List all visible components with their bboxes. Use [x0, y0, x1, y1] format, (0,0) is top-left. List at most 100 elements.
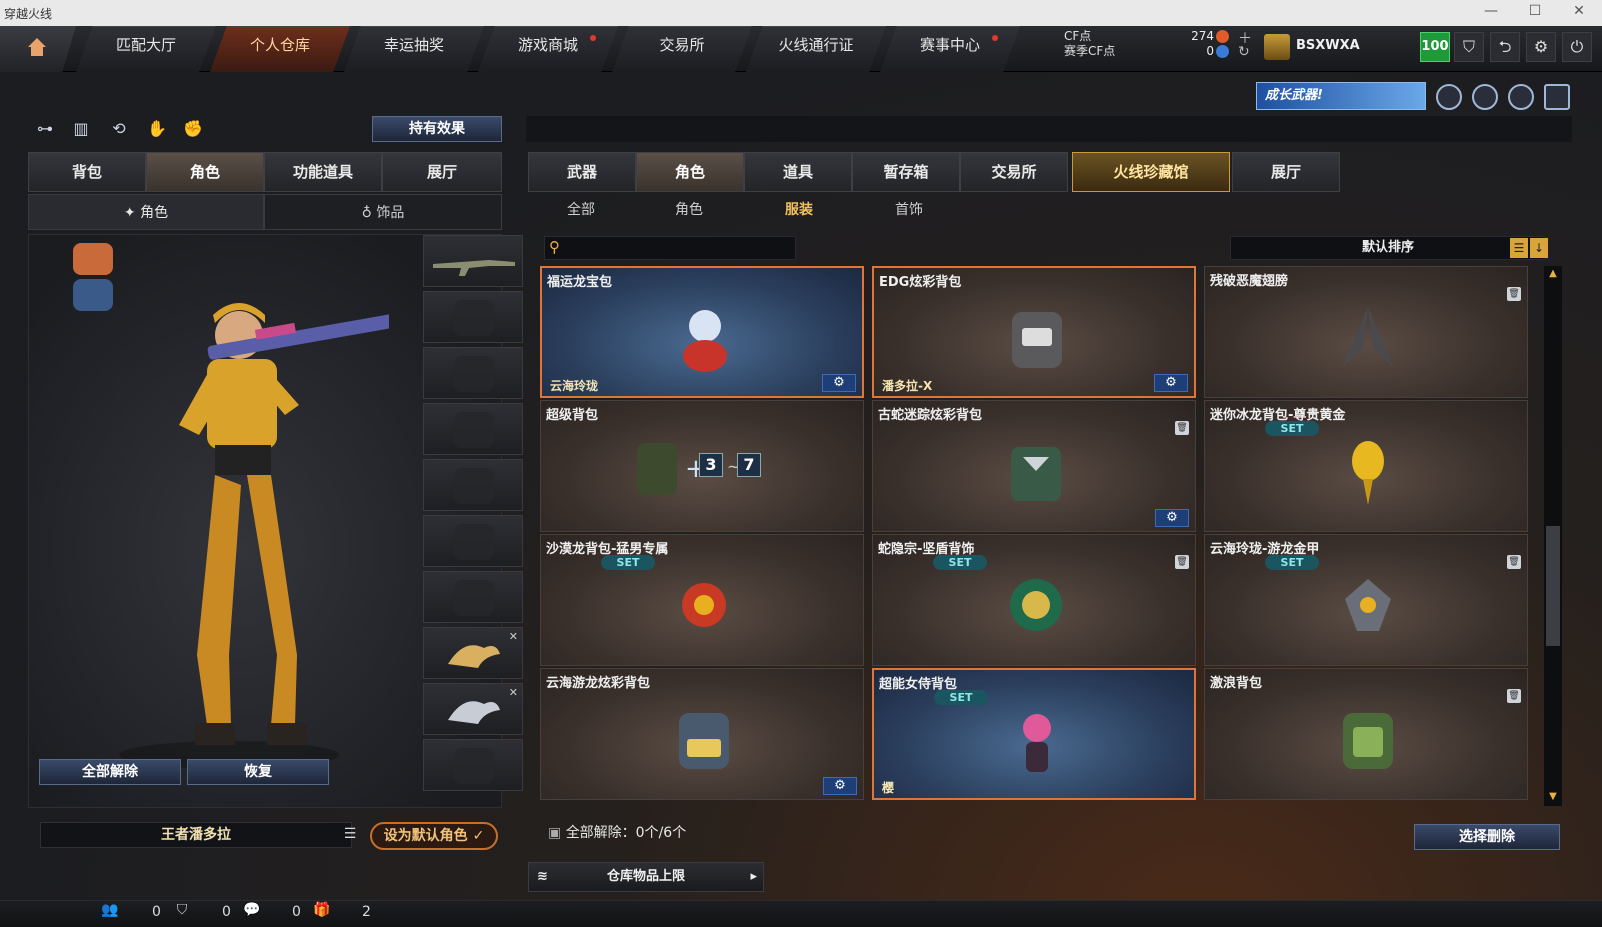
sort-down-icon[interactable]: ↓: [1530, 238, 1548, 258]
remove-icon[interactable]: ✕: [509, 686, 518, 699]
effects-button[interactable]: 持有效果: [372, 116, 502, 142]
slot-accessory-1[interactable]: ✕: [423, 627, 523, 679]
home-button[interactable]: [0, 26, 76, 72]
gift-icon[interactable]: 🎁: [312, 902, 332, 922]
trash-icon[interactable]: 🗑: [1507, 689, 1521, 703]
item-card[interactable]: EDG炫彩背包 潘多拉-X ⚙: [872, 266, 1196, 398]
item-card[interactable]: 残破恶魔翅膀 🗑: [1204, 266, 1528, 398]
slot-weapon[interactable]: [423, 235, 523, 287]
subtab-character[interactable]: 角色: [654, 192, 724, 228]
item-card[interactable]: 沙漠龙背包-猛男专属 SET: [540, 534, 864, 666]
right-tab-items[interactable]: 道具: [744, 152, 852, 192]
refresh-icon[interactable]: ↻: [1238, 44, 1250, 60]
remove-icon[interactable]: ✕: [509, 630, 518, 643]
friends-icon[interactable]: 👥: [100, 902, 120, 922]
item-card[interactable]: 超级背包 + 3 ~ 7: [540, 400, 864, 532]
chat-icon[interactable]: 💬: [242, 902, 262, 922]
nav-tab-event-center[interactable]: 赛事中心: [880, 26, 1020, 72]
power-icon[interactable]: ⏻: [1562, 32, 1592, 62]
gear-icon[interactable]: ⚙: [823, 777, 857, 795]
nav-tab-game-store[interactable]: 游戏商城: [478, 26, 618, 72]
right-tab-exchange[interactable]: 交易所: [960, 152, 1068, 192]
nav-tab-exchange[interactable]: 交易所: [612, 26, 752, 72]
close-icon[interactable]: ✕: [1564, 3, 1594, 19]
storage-limit-bar[interactable]: ≋ 仓库物品上限 ▸: [528, 862, 764, 892]
gear-icon[interactable]: ⚙: [1154, 374, 1188, 392]
minimize-icon[interactable]: —: [1476, 3, 1506, 19]
window-titlebar: 穿越火线 — ☐ ✕: [0, 0, 1602, 26]
restore-button[interactable]: 恢复: [187, 759, 329, 785]
trash-icon[interactable]: 🗑: [1507, 555, 1521, 569]
season-coin-icon: [1216, 45, 1229, 58]
nav-tab-battle-pass[interactable]: 火线通行证: [746, 26, 886, 72]
select-delete-button[interactable]: 选择删除: [1414, 824, 1560, 850]
pose-icon[interactable]: ✋: [144, 116, 170, 142]
crest-icon[interactable]: [1508, 84, 1534, 110]
search-input[interactable]: ⚲: [544, 236, 796, 260]
left-tab-character[interactable]: 角色: [146, 152, 264, 192]
left-tab-utility[interactable]: 功能道具: [264, 152, 382, 192]
right-tab-collection[interactable]: 火线珍藏馆: [1072, 152, 1230, 192]
clan-icon[interactable]: ⛉: [172, 902, 192, 922]
item-card[interactable]: 福运龙宝包 云海玲珑 ⚙: [540, 266, 864, 398]
slot-accessory-3[interactable]: [423, 739, 523, 791]
set-default-character-button[interactable]: 设为默认角色 ✓: [370, 822, 498, 850]
slot-accessory-2[interactable]: ✕: [423, 683, 523, 735]
trash-icon[interactable]: 🗑: [1175, 421, 1189, 435]
left-subtab-character[interactable]: ✦ 角色: [28, 194, 264, 230]
item-card[interactable]: 古蛇迷踪炫彩背包 🗑 ⚙: [872, 400, 1196, 532]
slot-helmet[interactable]: [423, 291, 523, 343]
animation-icon[interactable]: ✊: [180, 116, 206, 142]
trash-icon[interactable]: 🗑: [1507, 287, 1521, 301]
list-view-icon[interactable]: ☰: [1510, 238, 1528, 258]
item-card[interactable]: 云海游龙炫彩背包 ⚙: [540, 668, 864, 800]
item-card[interactable]: 云海玲珑-游龙金甲 SET 🗑: [1204, 534, 1528, 666]
item-card[interactable]: 超能女侍背包 SET 樱: [872, 668, 1196, 800]
slot-gloves[interactable]: [423, 515, 523, 567]
nav-tab-personal-warehouse[interactable]: 个人仓库: [210, 26, 350, 72]
item-card[interactable]: 迷你冰龙背包-尊贵黄金 SET: [1204, 400, 1528, 532]
unequip-all-button[interactable]: 全部解除: [39, 759, 181, 785]
gear-icon[interactable]: ⚙: [1155, 509, 1189, 527]
right-tab-character[interactable]: 角色: [636, 152, 744, 192]
character-name-field[interactable]: 王者潘多拉: [40, 822, 352, 848]
scroll-down-icon[interactable]: ▼: [1547, 791, 1559, 802]
item-card[interactable]: 激浪背包 🗑: [1204, 668, 1528, 800]
character-class-icon[interactable]: [73, 243, 113, 275]
maximize-icon[interactable]: ☐: [1520, 3, 1550, 19]
scrollbar[interactable]: ▲ ▼: [1544, 266, 1562, 806]
scroll-up-icon[interactable]: ▲: [1547, 268, 1559, 279]
shield-icon[interactable]: ⛉: [1454, 32, 1484, 62]
right-tab-storage[interactable]: 暂存箱: [852, 152, 960, 192]
slot-pants[interactable]: [423, 571, 523, 623]
right-tab-weapons[interactable]: 武器: [528, 152, 636, 192]
globe-icon[interactable]: [1472, 84, 1498, 110]
return-icon[interactable]: ⮌: [1490, 32, 1520, 62]
slot-vest[interactable]: [423, 403, 523, 455]
gear-icon[interactable]: ⚙: [822, 374, 856, 392]
nav-tab-match-lobby[interactable]: 匹配大厅: [76, 26, 216, 72]
list-icon[interactable]: ☰: [340, 824, 360, 844]
rotate-icon[interactable]: ⟲: [106, 116, 132, 142]
w-logo-icon[interactable]: [1544, 84, 1570, 110]
gear-icon[interactable]: ⚙: [1526, 32, 1556, 62]
stats-icon[interactable]: ▥: [68, 116, 94, 142]
slot-backpack[interactable]: [423, 459, 523, 511]
left-tab-showroom[interactable]: 展厅: [382, 152, 502, 192]
subtab-jewelry[interactable]: 首饰: [874, 192, 944, 228]
scroll-thumb[interactable]: [1546, 526, 1560, 646]
item-card[interactable]: 蛇隐宗-坚盾背饰 SET 🗑: [872, 534, 1196, 666]
left-subtab-accessory[interactable]: ♁ 饰品: [264, 194, 502, 230]
trash-icon[interactable]: 🗑: [1175, 555, 1189, 569]
subtab-clothing[interactable]: 服装: [764, 192, 834, 228]
slot-mask[interactable]: [423, 347, 523, 399]
rifle-icon: [433, 260, 515, 276]
subtab-all[interactable]: 全部: [546, 192, 616, 228]
nav-tab-lucky-draw[interactable]: 幸运抽奖: [344, 26, 484, 72]
left-tab-backpack[interactable]: 背包: [28, 152, 146, 192]
right-tab-showroom[interactable]: 展厅: [1232, 152, 1340, 192]
toggle-off-icon[interactable]: ⊶: [32, 116, 58, 142]
sort-dropdown[interactable]: 默认排序: [1230, 236, 1546, 260]
medal-icon[interactable]: [1436, 84, 1462, 110]
promo-banner[interactable]: 成长武器!: [1256, 82, 1426, 110]
